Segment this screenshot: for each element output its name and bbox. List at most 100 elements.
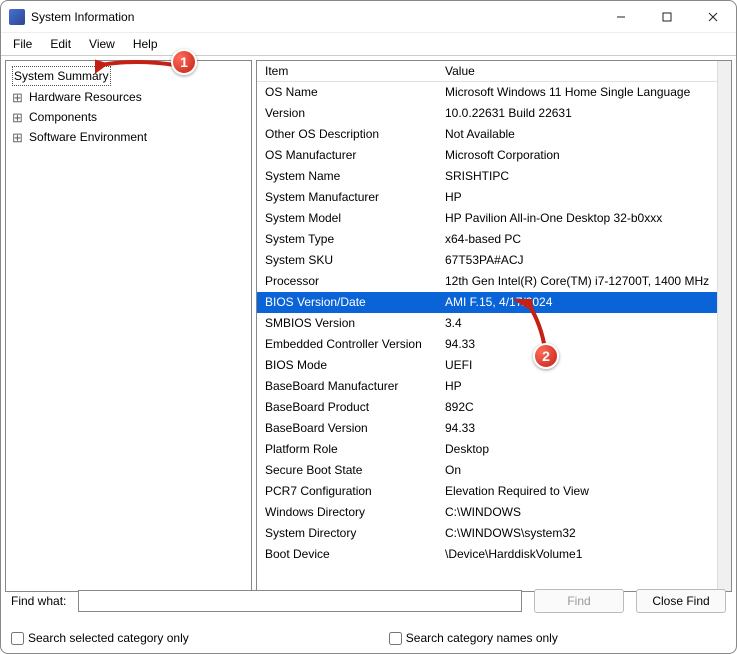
cell-item: BIOS Version/Date <box>257 292 437 313</box>
close-find-button[interactable]: Close Find <box>636 589 726 613</box>
cell-value: AMI F.15, 4/17/2024 <box>437 292 717 313</box>
cell-value: 94.33 <box>437 334 717 355</box>
checkbox-selected-category[interactable] <box>11 632 24 645</box>
find-input[interactable] <box>78 590 522 612</box>
table-row[interactable]: System ManufacturerHP <box>257 187 717 208</box>
table-row[interactable]: System DirectoryC:\WINDOWS\system32 <box>257 523 717 544</box>
cell-value: 67T53PA#ACJ <box>437 250 717 271</box>
cell-item: Platform Role <box>257 439 437 460</box>
tree-label: Software Environment <box>27 128 149 146</box>
cell-value: 10.0.22631 Build 22631 <box>437 103 717 124</box>
table-row[interactable]: Processor12th Gen Intel(R) Core(TM) i7-1… <box>257 271 717 292</box>
maximize-button[interactable] <box>644 1 690 33</box>
check-selected-category[interactable]: Search selected category only <box>11 631 189 645</box>
table-row[interactable]: OS NameMicrosoft Windows 11 Home Single … <box>257 82 717 103</box>
app-icon <box>9 9 25 25</box>
table-row[interactable]: BaseBoard ManufacturerHP <box>257 376 717 397</box>
cell-item: BaseBoard Version <box>257 418 437 439</box>
cell-item: System Model <box>257 208 437 229</box>
find-button[interactable]: Find <box>534 589 624 613</box>
content-area: System Summary ⊞ Hardware Resources ⊞ Co… <box>1 56 736 596</box>
table-row[interactable]: Secure Boot StateOn <box>257 460 717 481</box>
cell-item: Other OS Description <box>257 124 437 145</box>
minimize-button[interactable] <box>598 1 644 33</box>
check-category-names[interactable]: Search category names only <box>389 631 558 645</box>
cell-value: Microsoft Windows 11 Home Single Languag… <box>437 82 717 103</box>
table-row[interactable]: System ModelHP Pavilion All-in-One Deskt… <box>257 208 717 229</box>
cell-value: C:\WINDOWS\system32 <box>437 523 717 544</box>
check-label: Search selected category only <box>28 631 189 645</box>
cell-value: Desktop <box>437 439 717 460</box>
cell-item: Processor <box>257 271 437 292</box>
find-bar: Find what: Find Close Find <box>1 583 736 619</box>
table-row[interactable]: Platform RoleDesktop <box>257 439 717 460</box>
category-tree: System Summary ⊞ Hardware Resources ⊞ Co… <box>5 60 252 592</box>
expand-icon[interactable]: ⊞ <box>12 112 23 123</box>
table-row[interactable]: Other OS DescriptionNot Available <box>257 124 717 145</box>
cell-value: 3.4 <box>437 313 717 334</box>
annotation-badge-1: 1 <box>171 49 197 75</box>
cell-item: OS Manufacturer <box>257 145 437 166</box>
titlebar: System Information <box>1 1 736 33</box>
table-row[interactable]: PCR7 ConfigurationElevation Required to … <box>257 481 717 502</box>
table-row[interactable]: BIOS Version/DateAMI F.15, 4/17/2024 <box>257 292 717 313</box>
table-row[interactable]: SMBIOS Version3.4 <box>257 313 717 334</box>
table-row[interactable]: BIOS ModeUEFI <box>257 355 717 376</box>
cell-value: Elevation Required to View <box>437 481 717 502</box>
cell-value: SRISHTIPC <box>437 166 717 187</box>
table-row[interactable]: Embedded Controller Version94.33 <box>257 334 717 355</box>
cell-item: System Name <box>257 166 437 187</box>
table-row[interactable]: BaseBoard Version94.33 <box>257 418 717 439</box>
cell-value: UEFI <box>437 355 717 376</box>
window-title: System Information <box>31 10 598 24</box>
table-row[interactable]: System NameSRISHTIPC <box>257 166 717 187</box>
tree-software-environment[interactable]: ⊞ Software Environment <box>8 127 249 147</box>
header-value[interactable]: Value <box>437 61 717 81</box>
cell-value: Not Available <box>437 124 717 145</box>
rows-container: OS NameMicrosoft Windows 11 Home Single … <box>257 82 717 590</box>
cell-item: BaseBoard Product <box>257 397 437 418</box>
close-button[interactable] <box>690 1 736 33</box>
cell-item: SMBIOS Version <box>257 313 437 334</box>
cell-item: OS Name <box>257 82 437 103</box>
cell-item: Windows Directory <box>257 502 437 523</box>
detail-pane: Item Value OS NameMicrosoft Windows 11 H… <box>256 60 732 592</box>
cell-item: System Type <box>257 229 437 250</box>
table-row[interactable]: BaseBoard Product892C <box>257 397 717 418</box>
cell-value: HP <box>437 376 717 397</box>
tree-hardware-resources[interactable]: ⊞ Hardware Resources <box>8 87 249 107</box>
expand-icon[interactable]: ⊞ <box>12 132 23 143</box>
vertical-scrollbar[interactable] <box>717 61 731 591</box>
tree-components[interactable]: ⊞ Components <box>8 107 249 127</box>
cell-value: 94.33 <box>437 418 717 439</box>
cell-item: Boot Device <box>257 544 437 565</box>
cell-item: Secure Boot State <box>257 460 437 481</box>
column-headers: Item Value <box>257 61 717 82</box>
cell-value: On <box>437 460 717 481</box>
cell-value: Microsoft Corporation <box>437 145 717 166</box>
menu-file[interactable]: File <box>5 35 40 53</box>
find-options: Search selected category only Search cat… <box>1 629 736 647</box>
expand-icon[interactable]: ⊞ <box>12 92 23 103</box>
checkbox-category-names[interactable] <box>389 632 402 645</box>
table-row[interactable]: Version10.0.22631 Build 22631 <box>257 103 717 124</box>
cell-value: 12th Gen Intel(R) Core(TM) i7-12700T, 14… <box>437 271 717 292</box>
cell-value: HP Pavilion All-in-One Desktop 32-b0xxx <box>437 208 717 229</box>
menu-edit[interactable]: Edit <box>42 35 79 53</box>
cell-item: BaseBoard Manufacturer <box>257 376 437 397</box>
table-row[interactable]: System Typex64-based PC <box>257 229 717 250</box>
table-row[interactable]: Windows DirectoryC:\WINDOWS <box>257 502 717 523</box>
check-label: Search category names only <box>406 631 558 645</box>
header-item[interactable]: Item <box>257 61 437 81</box>
cell-item: System Directory <box>257 523 437 544</box>
cell-item: BIOS Mode <box>257 355 437 376</box>
detail-inner: Item Value OS NameMicrosoft Windows 11 H… <box>257 61 717 591</box>
table-row[interactable]: OS ManufacturerMicrosoft Corporation <box>257 145 717 166</box>
cell-value: C:\WINDOWS <box>437 502 717 523</box>
table-row[interactable]: System SKU67T53PA#ACJ <box>257 250 717 271</box>
cell-item: PCR7 Configuration <box>257 481 437 502</box>
cell-value: HP <box>437 187 717 208</box>
table-row[interactable]: Boot Device\Device\HarddiskVolume1 <box>257 544 717 565</box>
cell-value: 892C <box>437 397 717 418</box>
cell-item: Version <box>257 103 437 124</box>
